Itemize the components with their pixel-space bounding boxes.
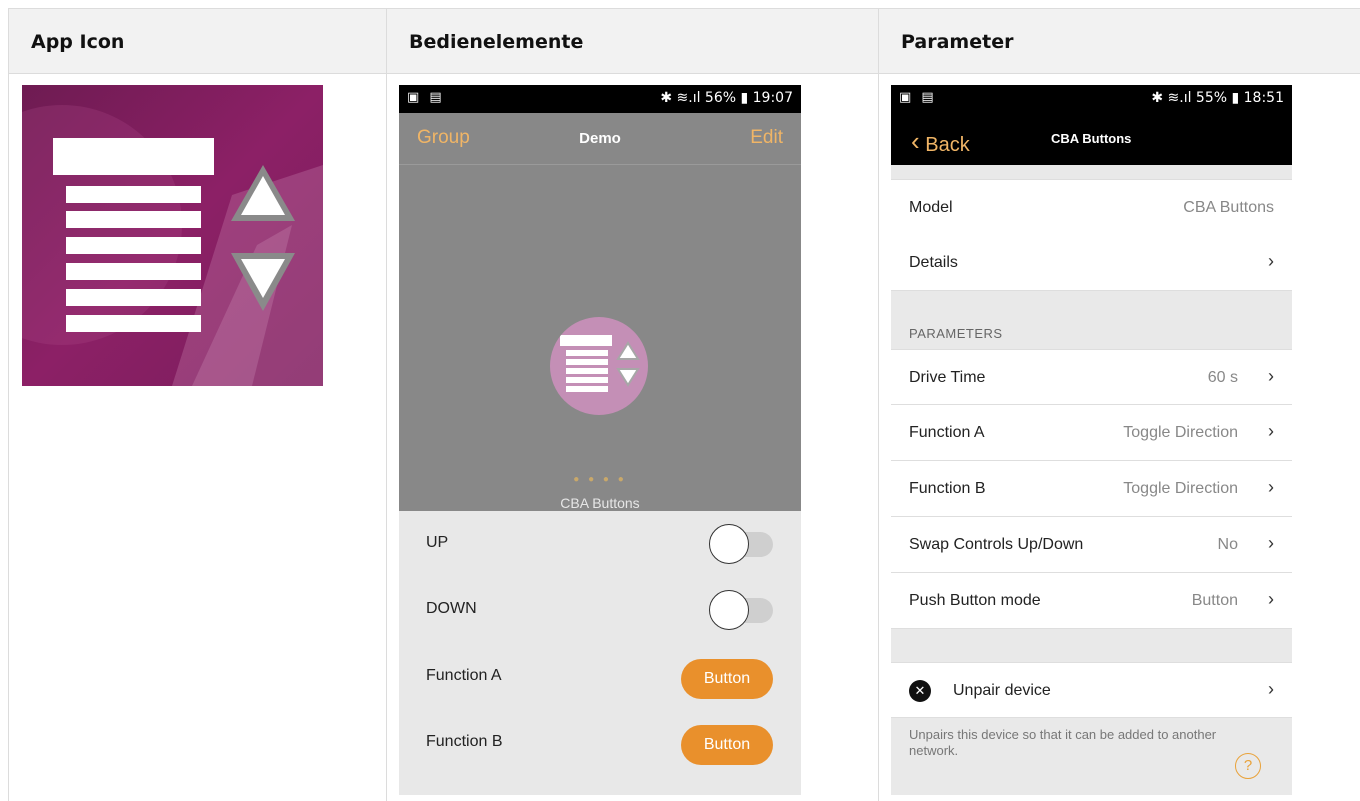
row-label: Details xyxy=(909,254,958,271)
help-icon[interactable]: ? xyxy=(1235,753,1261,779)
param-row-function-b[interactable]: Function B Toggle Direction › xyxy=(891,461,1292,517)
chevron-right-icon: › xyxy=(1268,366,1274,386)
back-label: Back xyxy=(925,134,970,156)
notification-icons: ▣ ▤ xyxy=(407,90,445,105)
row-label: Function A xyxy=(909,424,985,441)
function-b-button[interactable]: Button xyxy=(681,725,773,765)
page-indicator: ● ● ● ● xyxy=(573,474,627,485)
chevron-right-icon: › xyxy=(1268,251,1274,271)
unpair-device-row[interactable]: ✕ Unpair device › xyxy=(891,662,1292,718)
column-divider xyxy=(878,9,879,801)
close-icon: ✕ xyxy=(909,680,931,702)
param-row-function-a[interactable]: Function A Toggle Direction › xyxy=(891,405,1292,461)
header-parameter-label: Parameter xyxy=(901,31,1014,53)
header-app-icon-label: App Icon xyxy=(31,31,125,53)
unpair-note: Unpairs this device so that it can be ad… xyxy=(909,727,1217,758)
nav-title: CBA Buttons xyxy=(1051,131,1132,146)
chevron-right-icon: › xyxy=(1268,421,1274,441)
section-header-parameters: PARAMETERS xyxy=(909,326,1003,341)
status-indicators: ✱ ≋.ıl 55% ▮ 18:51 xyxy=(1151,90,1284,106)
controls-panel: UP DOWN Function A Button Function B But… xyxy=(399,511,801,795)
column-divider xyxy=(386,9,387,801)
device-label: CBA Buttons xyxy=(560,495,640,511)
header-app-icon: App Icon xyxy=(9,9,387,74)
up-toggle[interactable] xyxy=(709,524,773,564)
row-value: 60 s xyxy=(1207,369,1238,386)
function-a-button[interactable]: Button xyxy=(681,659,773,699)
header-controls: Bedienelemente xyxy=(387,9,879,74)
row-label: Drive Time xyxy=(909,369,986,386)
row-label: Push Button mode xyxy=(909,592,1041,609)
shutter-icon xyxy=(560,335,640,392)
control-row-function-b: Function B Button xyxy=(399,710,801,776)
header-parameter: Parameter xyxy=(879,9,1360,74)
param-row-swap-controls[interactable]: Swap Controls Up/Down No › xyxy=(891,517,1292,573)
control-row-down: DOWN xyxy=(399,577,801,643)
chevron-left-icon: ‹ xyxy=(911,126,920,156)
header-controls-label: Bedienelemente xyxy=(409,31,584,53)
shutter-icon xyxy=(22,85,323,386)
control-label: Function A xyxy=(426,667,502,684)
param-row-drive-time[interactable]: Drive Time 60 s › xyxy=(891,349,1292,405)
control-label: Function B xyxy=(426,733,503,750)
down-toggle[interactable] xyxy=(709,590,773,630)
chevron-right-icon: › xyxy=(1268,679,1274,699)
control-row-up: UP xyxy=(399,511,801,577)
row-value: Button xyxy=(1191,592,1238,609)
parameters-phone-screen: ▣ ▤ ✱ ≋.ıl 55% ▮ 18:51 ‹ Back CBA Button… xyxy=(891,85,1292,795)
notification-icons: ▣ ▤ xyxy=(899,90,937,105)
nav-title: Demo xyxy=(579,130,621,147)
control-label: UP xyxy=(426,534,449,551)
row-label: Swap Controls Up/Down xyxy=(909,536,1084,553)
nav-bar: ‹ Back CBA Buttons xyxy=(891,113,1292,165)
model-row: Model CBA Buttons xyxy=(891,179,1292,236)
row-label: Model xyxy=(909,199,953,216)
device-icon[interactable] xyxy=(550,317,648,415)
chevron-right-icon: › xyxy=(1268,589,1274,609)
nav-bar: Group Demo Edit xyxy=(399,113,801,165)
details-row[interactable]: Details › xyxy=(891,235,1292,291)
row-value: CBA Buttons xyxy=(1183,199,1274,216)
control-row-function-a: Function A Button xyxy=(399,644,801,710)
param-row-push-button-mode[interactable]: Push Button mode Button › xyxy=(891,573,1292,629)
controls-phone-screen: ▣ ▤ ✱ ≋.ıl 56% ▮ 19:07 Group Demo Edit ●… xyxy=(399,85,801,795)
edit-button[interactable]: Edit xyxy=(750,127,783,149)
row-value: Toggle Direction xyxy=(1123,424,1238,441)
row-label: Unpair device xyxy=(953,682,1051,699)
status-indicators: ✱ ≋.ıl 56% ▮ 19:07 xyxy=(660,90,793,106)
status-bar: ▣ ▤ ✱ ≋.ıl 56% ▮ 19:07 xyxy=(399,85,801,113)
app-icon xyxy=(22,85,323,386)
row-value: Toggle Direction xyxy=(1123,480,1238,497)
back-button[interactable]: ‹ Back xyxy=(911,126,970,158)
control-label: DOWN xyxy=(426,600,477,617)
status-bar: ▣ ▤ ✱ ≋.ıl 55% ▮ 18:51 xyxy=(891,85,1292,113)
chevron-right-icon: › xyxy=(1268,477,1274,497)
row-value: No xyxy=(1217,536,1238,553)
row-label: Function B xyxy=(909,480,986,497)
chevron-right-icon: › xyxy=(1268,533,1274,553)
